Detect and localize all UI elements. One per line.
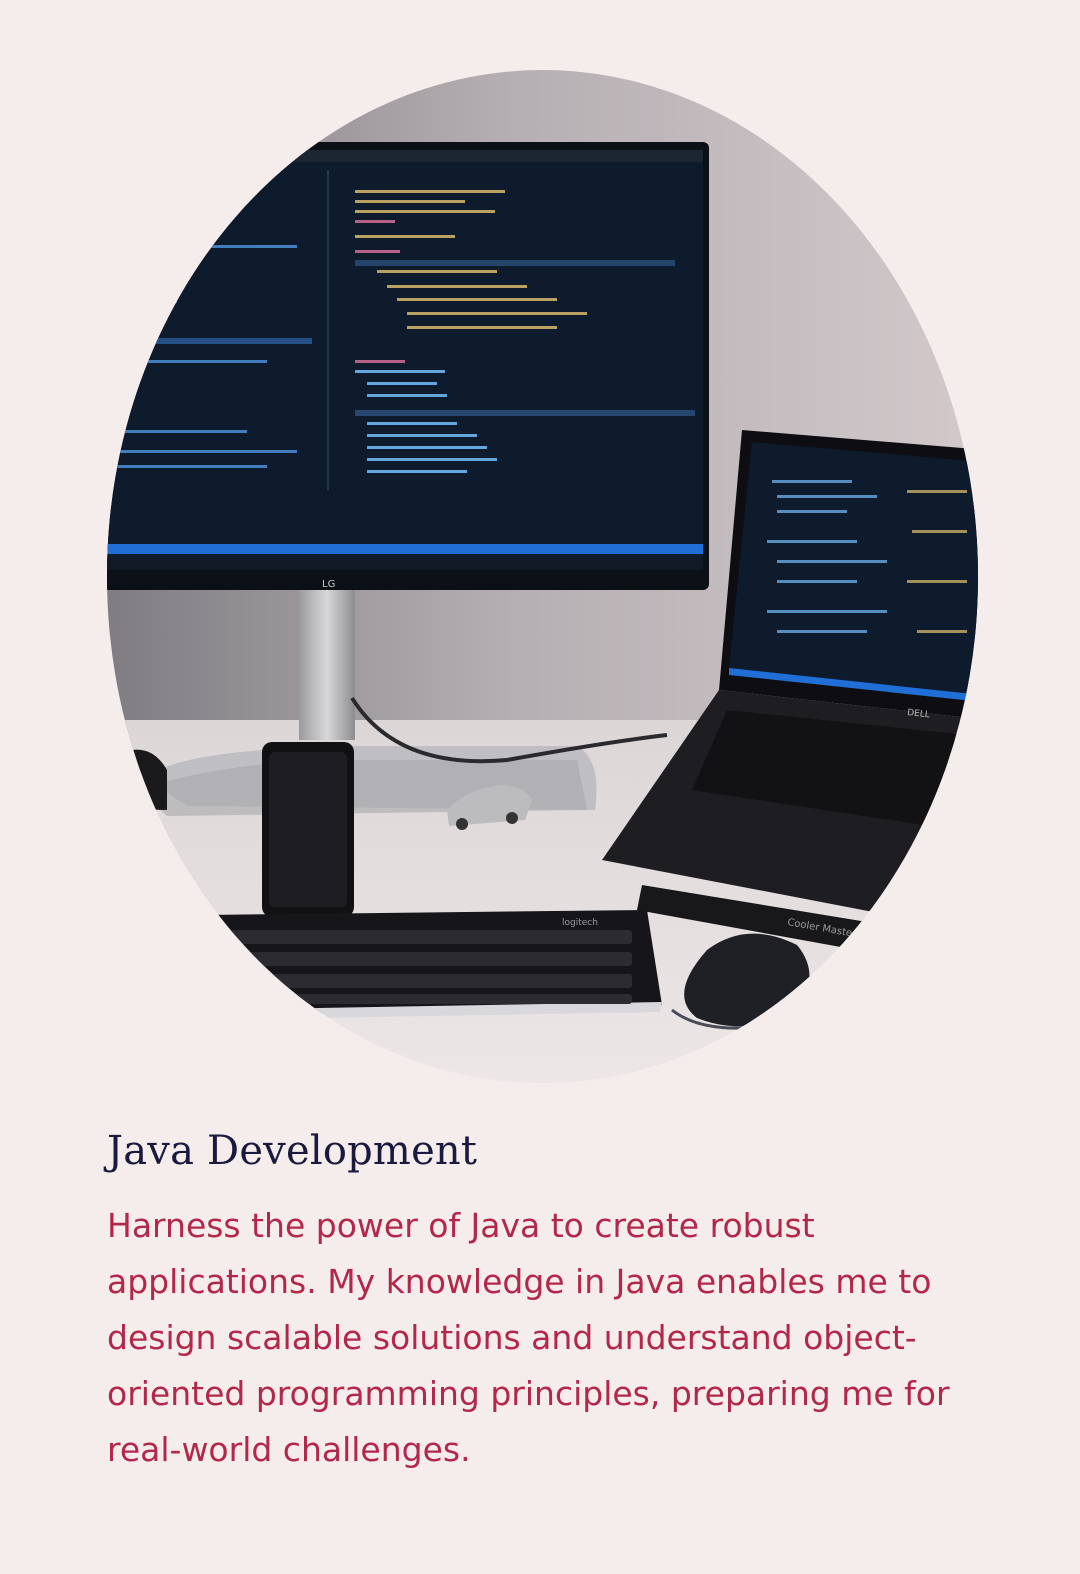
monitor-illustration: LG <box>107 142 709 590</box>
svg-text:logitech: logitech <box>562 918 598 928</box>
service-image: LG DELL Cooler Master logitech <box>107 70 978 1083</box>
service-description: Harness the power of Java to create robu… <box>107 1206 950 1469</box>
svg-text:LG: LG <box>322 579 335 590</box>
service-title: Java Development <box>107 1128 478 1174</box>
service-card: LG DELL Cooler Master logitech Java Deve… <box>0 0 1080 1574</box>
keyboard-illustration: logitech <box>202 910 662 1020</box>
